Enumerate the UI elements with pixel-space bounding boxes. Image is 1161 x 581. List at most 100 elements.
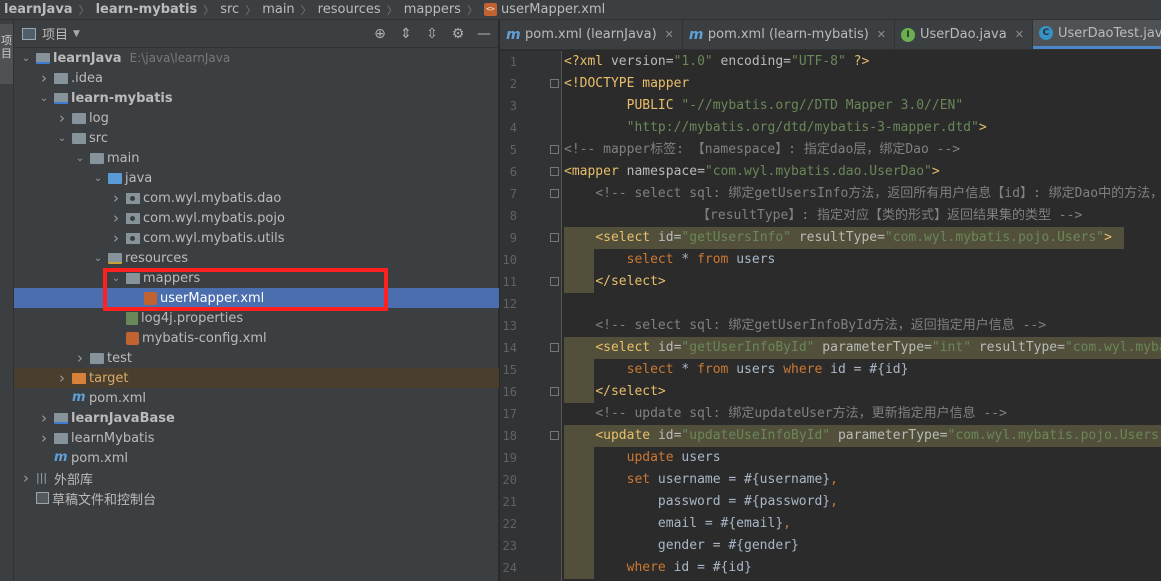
breadcrumb-item[interactable]: main [262,2,294,17]
chevron-right-icon[interactable]: › [38,429,50,447]
module-folder-icon [54,412,68,424]
code-token: resultType= [791,230,885,245]
folder-icon [54,432,68,444]
tree-item[interactable]: ⌄ resources [14,248,499,268]
chevron-right-icon[interactable]: › [110,189,122,207]
code-token: "com.wyl.mybatis.pojo.Users" [884,230,1105,245]
fold-marker-icon[interactable] [550,233,559,242]
chevron-right-icon[interactable]: › [20,469,32,487]
close-icon[interactable]: ✕ [877,28,886,41]
chevron-down-icon[interactable]: ⌄ [92,253,104,264]
breadcrumb-separator: 〉 [300,3,312,17]
close-icon[interactable]: ✕ [665,28,674,41]
chevron-right-icon[interactable]: › [74,349,86,367]
code-area[interactable]: 1 2 3 4 5 6 7 8 9 10 11 12 13 14 15 16 17 18 19 20 21 22 23 24 … [500,51,1161,581]
tree-item[interactable]: ⌄ learn-mybatis [14,88,499,108]
code-token: parameterType= [814,340,932,355]
tree-item[interactable]: › learnJavaBase [14,408,499,428]
code-line: "http://mybatis.org/dtd/mybatis-3-mapper… [564,117,987,139]
tree-item[interactable]: 草稿文件和控制台 [14,488,499,508]
code-token: "updateUseInfoById" [681,428,831,443]
folder-icon [54,72,68,84]
fold-marker-icon[interactable] [550,167,559,176]
fold-marker-icon[interactable] [550,343,559,352]
tree-item[interactable]: › com.wyl.mybatis.dao [14,188,499,208]
fold-marker-icon[interactable] [550,189,559,198]
tree-item[interactable]: › test [14,348,499,368]
chevron-down-icon[interactable]: ⌄ [110,273,122,284]
chevron-down-icon[interactable]: ▼ [73,29,80,39]
tree-item[interactable]: ⌄ main [14,148,499,168]
tree-item[interactable]: › .idea [14,68,499,88]
breadcrumb-separator: 〉 [78,3,90,17]
editor-tab[interactable]: I UserDao.java ✕ [895,20,1033,49]
chevron-down-icon[interactable]: ⌄ [20,53,32,64]
editor-tab[interactable]: m pom.xml (learnJava) ✕ [500,20,683,49]
breadcrumb-item[interactable]: userMapper.xml [501,2,605,17]
fold-marker-icon[interactable] [550,145,559,154]
code-token: <select [595,230,658,245]
code-token: > [978,120,987,135]
project-tool-tab[interactable]: 项目 [0,24,13,84]
chevron-down-icon[interactable]: ⌄ [38,93,50,104]
tree-item[interactable]: mybatis-config.xml [14,328,499,348]
minimize-icon[interactable]: — [476,26,492,42]
code-token: <select [595,340,658,355]
fold-marker-icon[interactable] [550,79,559,88]
code-line: gender = #{gender} [564,535,799,557]
line-number: 23 [502,539,517,553]
chevron-down-icon[interactable]: ⌄ [74,153,86,164]
tree-item[interactable]: › ||| 外部库 [14,468,499,488]
breadcrumb-item[interactable]: learn-mybatis [96,2,198,17]
code-token: id= [657,428,682,443]
class-icon: C [1038,26,1053,40]
code-token: <!-- update sql: 绑定updateUser方法，更新指定用户信息… [595,406,1007,421]
gear-icon[interactable]: ⚙ [450,26,466,42]
fold-marker-icon[interactable] [550,277,559,286]
tree-item[interactable]: m pom.xml [14,448,499,468]
chevron-right-icon[interactable]: › [38,409,50,427]
breadcrumb-item[interactable]: src [220,2,239,17]
code-line: <!DOCTYPE mapper [564,73,689,95]
tree-item[interactable]: userMapper.xml [14,288,499,308]
tree-item[interactable]: › com.wyl.mybatis.pojo [14,208,499,228]
fold-marker-icon[interactable] [550,387,559,396]
chevron-right-icon[interactable]: › [56,109,68,127]
chevron-down-icon[interactable]: ⌄ [56,133,68,144]
tree-item[interactable]: log4j.properties [14,308,499,328]
editor-tab[interactable]: m pom.xml (learn-mybatis) ✕ [683,20,896,49]
tree-item[interactable]: › target [14,368,499,388]
chevron-right-icon[interactable]: › [56,369,68,387]
editor-tab[interactable]: CUserDaoTest.java✕ [1032,20,1161,49]
close-icon[interactable]: ✕ [1015,28,1024,41]
code-token: , [830,494,838,509]
tree-item[interactable]: › log [14,108,499,128]
tree-item[interactable]: ⌄ mappers [14,268,499,288]
line-number: 15 [502,363,517,377]
tree-item[interactable]: › learnMybatis [14,428,499,448]
fold-marker-icon[interactable] [550,431,559,440]
breadcrumb-item[interactable]: learnJava [4,2,73,17]
tree-item[interactable]: ⌄ java [14,168,499,188]
tree-item[interactable]: m pom.xml [14,388,499,408]
tree-item[interactable]: › com.wyl.mybatis.utils [14,228,499,248]
collapse-all-icon[interactable]: ⇳ [424,26,440,42]
tree-item[interactable]: ⌄ src [14,128,499,148]
chevron-right-icon[interactable]: › [110,229,122,247]
panel-title[interactable]: 项目 [42,24,68,43]
chevron-right-icon[interactable]: › [110,209,122,227]
line-number: 16 [502,385,517,399]
tree-item[interactable]: ⌄ learnJava E:\java\learnJava [14,48,499,68]
chevron-down-icon[interactable]: ⌄ [92,173,104,184]
crosshair-icon[interactable]: ⊕ [372,26,388,42]
breadcrumb-item[interactable]: resources [318,2,381,17]
breadcrumb-item[interactable]: mappers [404,2,461,17]
expand-all-icon[interactable]: ⇕ [398,26,414,42]
code-token: set [626,472,651,487]
tree-item-label: learn-mybatis [71,90,173,106]
chevron-right-icon[interactable]: › [38,69,50,87]
tree-item-label: pom.xml [71,450,128,466]
